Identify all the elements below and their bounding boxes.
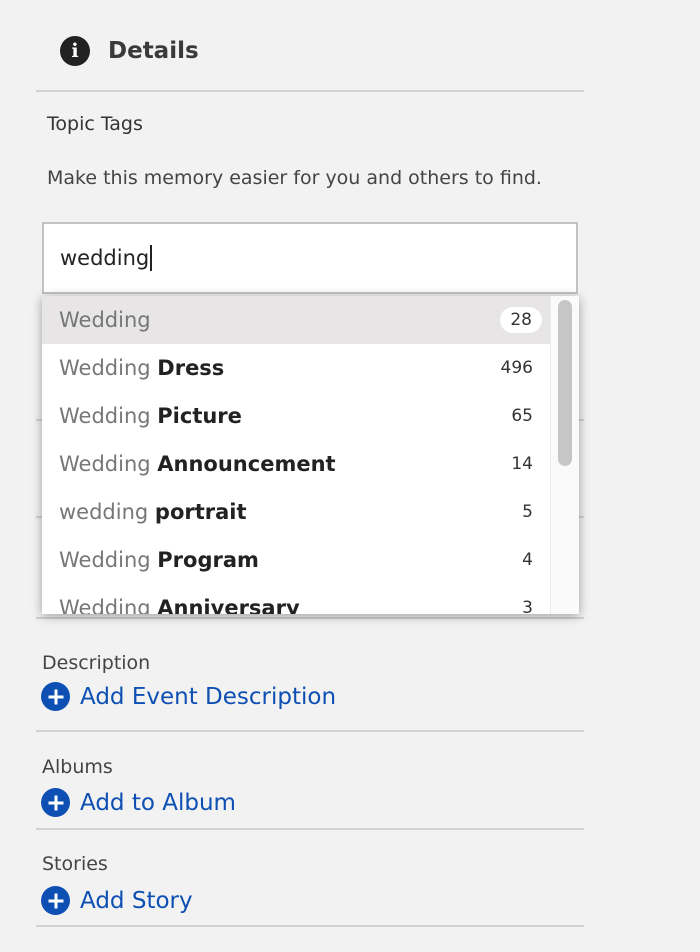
plus-circle-icon [41, 788, 70, 817]
details-header: i Details [60, 36, 199, 66]
suggestion-count: 5 [522, 502, 533, 522]
suggestion-item[interactable]: Wedding Dress 496 [42, 344, 550, 392]
suggestion-text: Wedding Announcement [59, 452, 336, 476]
suggestion-text: Wedding Program [59, 548, 259, 572]
albums-label: Albums [42, 756, 113, 778]
topic-tags-input-value: wedding [60, 246, 150, 270]
suggestion-text: wedding portrait [59, 500, 247, 524]
topic-tags-label: Topic Tags [47, 113, 143, 135]
add-story-link[interactable]: Add Story [41, 886, 193, 915]
add-to-album-text: Add to Album [80, 789, 236, 816]
topic-tags-input[interactable]: wedding [42, 222, 578, 294]
suggestion-item[interactable]: wedding portrait 5 [42, 488, 550, 536]
suggestion-text: Wedding Picture [59, 404, 242, 428]
suggestion-count: 3 [522, 598, 533, 614]
tag-suggestions-dropdown: Wedding 28 Wedding Dress 496 Wedding Pic… [42, 296, 579, 614]
suggestion-count: 4 [522, 550, 533, 570]
suggestion-count: 28 [500, 307, 542, 333]
suggestion-text: Wedding [59, 308, 151, 332]
description-label: Description [42, 652, 151, 674]
divider [36, 617, 584, 619]
suggestion-list: Wedding 28 Wedding Dress 496 Wedding Pic… [42, 296, 550, 614]
topic-tags-help-text: Make this memory easier for you and othe… [47, 167, 542, 189]
suggestion-item[interactable]: Wedding 28 [42, 296, 550, 344]
divider [36, 90, 584, 92]
add-story-text: Add Story [80, 887, 193, 914]
suggestion-count: 14 [511, 454, 533, 474]
add-to-album-link[interactable]: Add to Album [41, 788, 236, 817]
details-panel: i Details Topic Tags Make this memory ea… [0, 0, 700, 952]
plus-circle-icon [41, 886, 70, 915]
info-icon: i [60, 36, 90, 66]
stories-label: Stories [42, 853, 108, 875]
scrollbar-thumb[interactable] [558, 300, 572, 466]
suggestion-item[interactable]: Wedding Anniversary 3 [42, 584, 550, 614]
add-event-description-text: Add Event Description [80, 683, 337, 710]
suggestion-text: Wedding Anniversary [59, 596, 300, 614]
suggestion-count: 496 [500, 358, 533, 378]
suggestion-item[interactable]: Wedding Picture 65 [42, 392, 550, 440]
page-title: Details [108, 38, 199, 64]
suggestion-item[interactable]: Wedding Program 4 [42, 536, 550, 584]
plus-circle-icon [41, 682, 70, 711]
suggestion-text: Wedding Dress [59, 356, 225, 380]
add-event-description-link[interactable]: Add Event Description [41, 682, 336, 711]
divider [36, 828, 584, 830]
text-caret [150, 245, 153, 271]
divider [36, 730, 584, 732]
suggestion-item[interactable]: Wedding Announcement 14 [42, 440, 550, 488]
divider [36, 925, 584, 927]
suggestion-count: 65 [511, 406, 533, 426]
dropdown-scrollbar[interactable] [550, 296, 579, 614]
